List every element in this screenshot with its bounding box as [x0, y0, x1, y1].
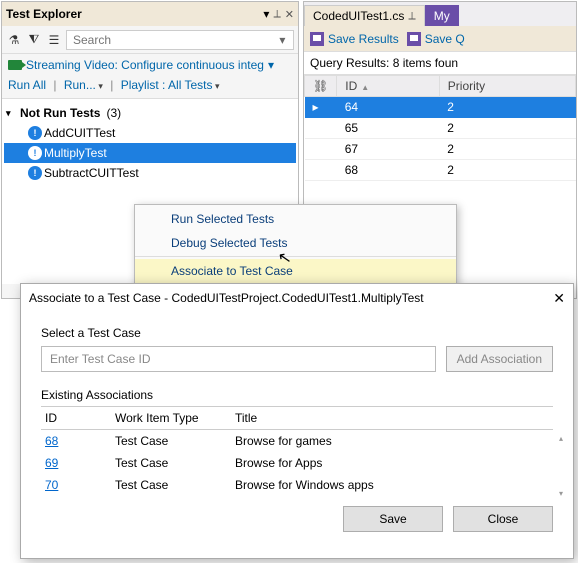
window-menu-icon[interactable]: ▾: [263, 7, 269, 21]
save-icon: [407, 32, 421, 46]
existing-assoc-label: Existing Associations: [41, 388, 553, 402]
test-group-notrun[interactable]: ▾ Not Run Tests (3): [4, 103, 296, 123]
collapse-caret-icon[interactable]: ▾: [6, 108, 18, 119]
test-item[interactable]: ! SubtractCUITTest: [4, 163, 296, 183]
table-row[interactable]: ▸642: [305, 97, 576, 118]
associations-table: ID Work Item Type Title 68Test CaseBrows…: [41, 406, 553, 496]
test-item-selected[interactable]: ! MultiplyTest: [4, 143, 296, 163]
test-case-id-input[interactable]: Enter Test Case ID: [41, 346, 436, 372]
save-button[interactable]: Save: [343, 506, 443, 532]
list-icon[interactable]: ☰: [46, 33, 62, 47]
streaming-strip: Streaming Video: Configure continuous in…: [2, 54, 298, 76]
tab-my[interactable]: My: [425, 5, 459, 26]
flask-icon[interactable]: ⚗: [6, 33, 22, 47]
link-col-icon[interactable]: ⛓: [305, 76, 337, 97]
scrollbar[interactable]: ▴▾: [559, 434, 569, 498]
test-explorer-titlebar: Test Explorer ▾ ⟂ ✕: [2, 2, 298, 26]
assoc-row[interactable]: 68Test CaseBrowse for games: [41, 430, 553, 453]
group-icon[interactable]: ⧨: [26, 32, 42, 47]
test-item[interactable]: ! AddCUITTest: [4, 123, 296, 143]
document-toolbar: Save Results Save Q: [304, 26, 576, 52]
id-link[interactable]: 69: [45, 456, 58, 470]
document-tabs: CodedUITest1.cs ⟂ My: [304, 2, 576, 26]
table-row[interactable]: 672: [305, 139, 576, 160]
test-status-icon: !: [28, 146, 42, 160]
col-id[interactable]: ID▲: [337, 76, 440, 97]
test-explorer-toolbar: ⚗ ⧨ ☰ ▾: [2, 26, 298, 54]
run-strip: Run All | Run... | Playlist : All Tests: [2, 76, 298, 98]
save-icon: [310, 32, 324, 46]
test-explorer-title: Test Explorer: [6, 7, 263, 21]
ctx-run-selected[interactable]: Run Selected Tests: [135, 207, 456, 231]
test-status-icon: !: [28, 166, 42, 180]
search-field[interactable]: [71, 32, 276, 48]
tab-codeduitest[interactable]: CodedUITest1.cs ⟂: [304, 5, 425, 26]
playlist-link[interactable]: Playlist : All Tests: [121, 78, 220, 92]
close-button[interactable]: Close: [453, 506, 553, 532]
save-results-button[interactable]: Save Results: [310, 32, 399, 46]
id-link[interactable]: 68: [45, 434, 58, 448]
search-input[interactable]: ▾: [66, 30, 294, 50]
streaming-video-link[interactable]: Streaming Video: Configure continuous in…: [8, 58, 292, 72]
pin-icon[interactable]: ⟂: [273, 8, 280, 21]
dialog-title: Associate to a Test Case - CodedUITestPr…: [29, 291, 553, 305]
assoc-row[interactable]: 69Test CaseBrowse for Apps: [41, 452, 553, 474]
table-row[interactable]: 652: [305, 118, 576, 139]
run-all-link[interactable]: Run All: [8, 78, 46, 92]
col-type[interactable]: Work Item Type: [111, 407, 231, 430]
dialog-titlebar: Associate to a Test Case - CodedUITestPr…: [21, 284, 573, 312]
ctx-debug-selected[interactable]: Debug Selected Tests: [135, 231, 456, 257]
pin-icon[interactable]: ⟂: [408, 10, 415, 23]
col-id[interactable]: ID: [41, 407, 111, 430]
test-status-icon: !: [28, 126, 42, 140]
select-test-case-label: Select a Test Case: [41, 326, 553, 340]
assoc-row[interactable]: 70Test CaseBrowse for Windows apps: [41, 474, 553, 496]
id-link[interactable]: 70: [45, 478, 58, 492]
table-row[interactable]: 682: [305, 160, 576, 181]
query-results-text: Query Results: 8 items foun: [304, 52, 576, 75]
add-association-button[interactable]: Add Association: [446, 346, 553, 372]
col-priority[interactable]: Priority: [439, 76, 575, 97]
close-icon[interactable]: ✕: [553, 290, 565, 307]
search-dropdown-icon[interactable]: ▾: [276, 33, 289, 47]
ctx-associate-test-case[interactable]: Associate to Test Case: [135, 259, 456, 283]
chevron-down-icon: ▾: [268, 58, 274, 72]
save-query-button[interactable]: Save Q: [407, 32, 465, 46]
associate-dialog: Associate to a Test Case - CodedUITestPr…: [20, 283, 574, 559]
close-icon[interactable]: ✕: [285, 8, 294, 21]
query-results-table: ⛓ ID▲ Priority ▸642 652 672 682: [304, 75, 576, 181]
run-link[interactable]: Run...: [64, 78, 103, 92]
camera-icon: [8, 60, 22, 70]
col-title[interactable]: Title: [231, 407, 553, 430]
